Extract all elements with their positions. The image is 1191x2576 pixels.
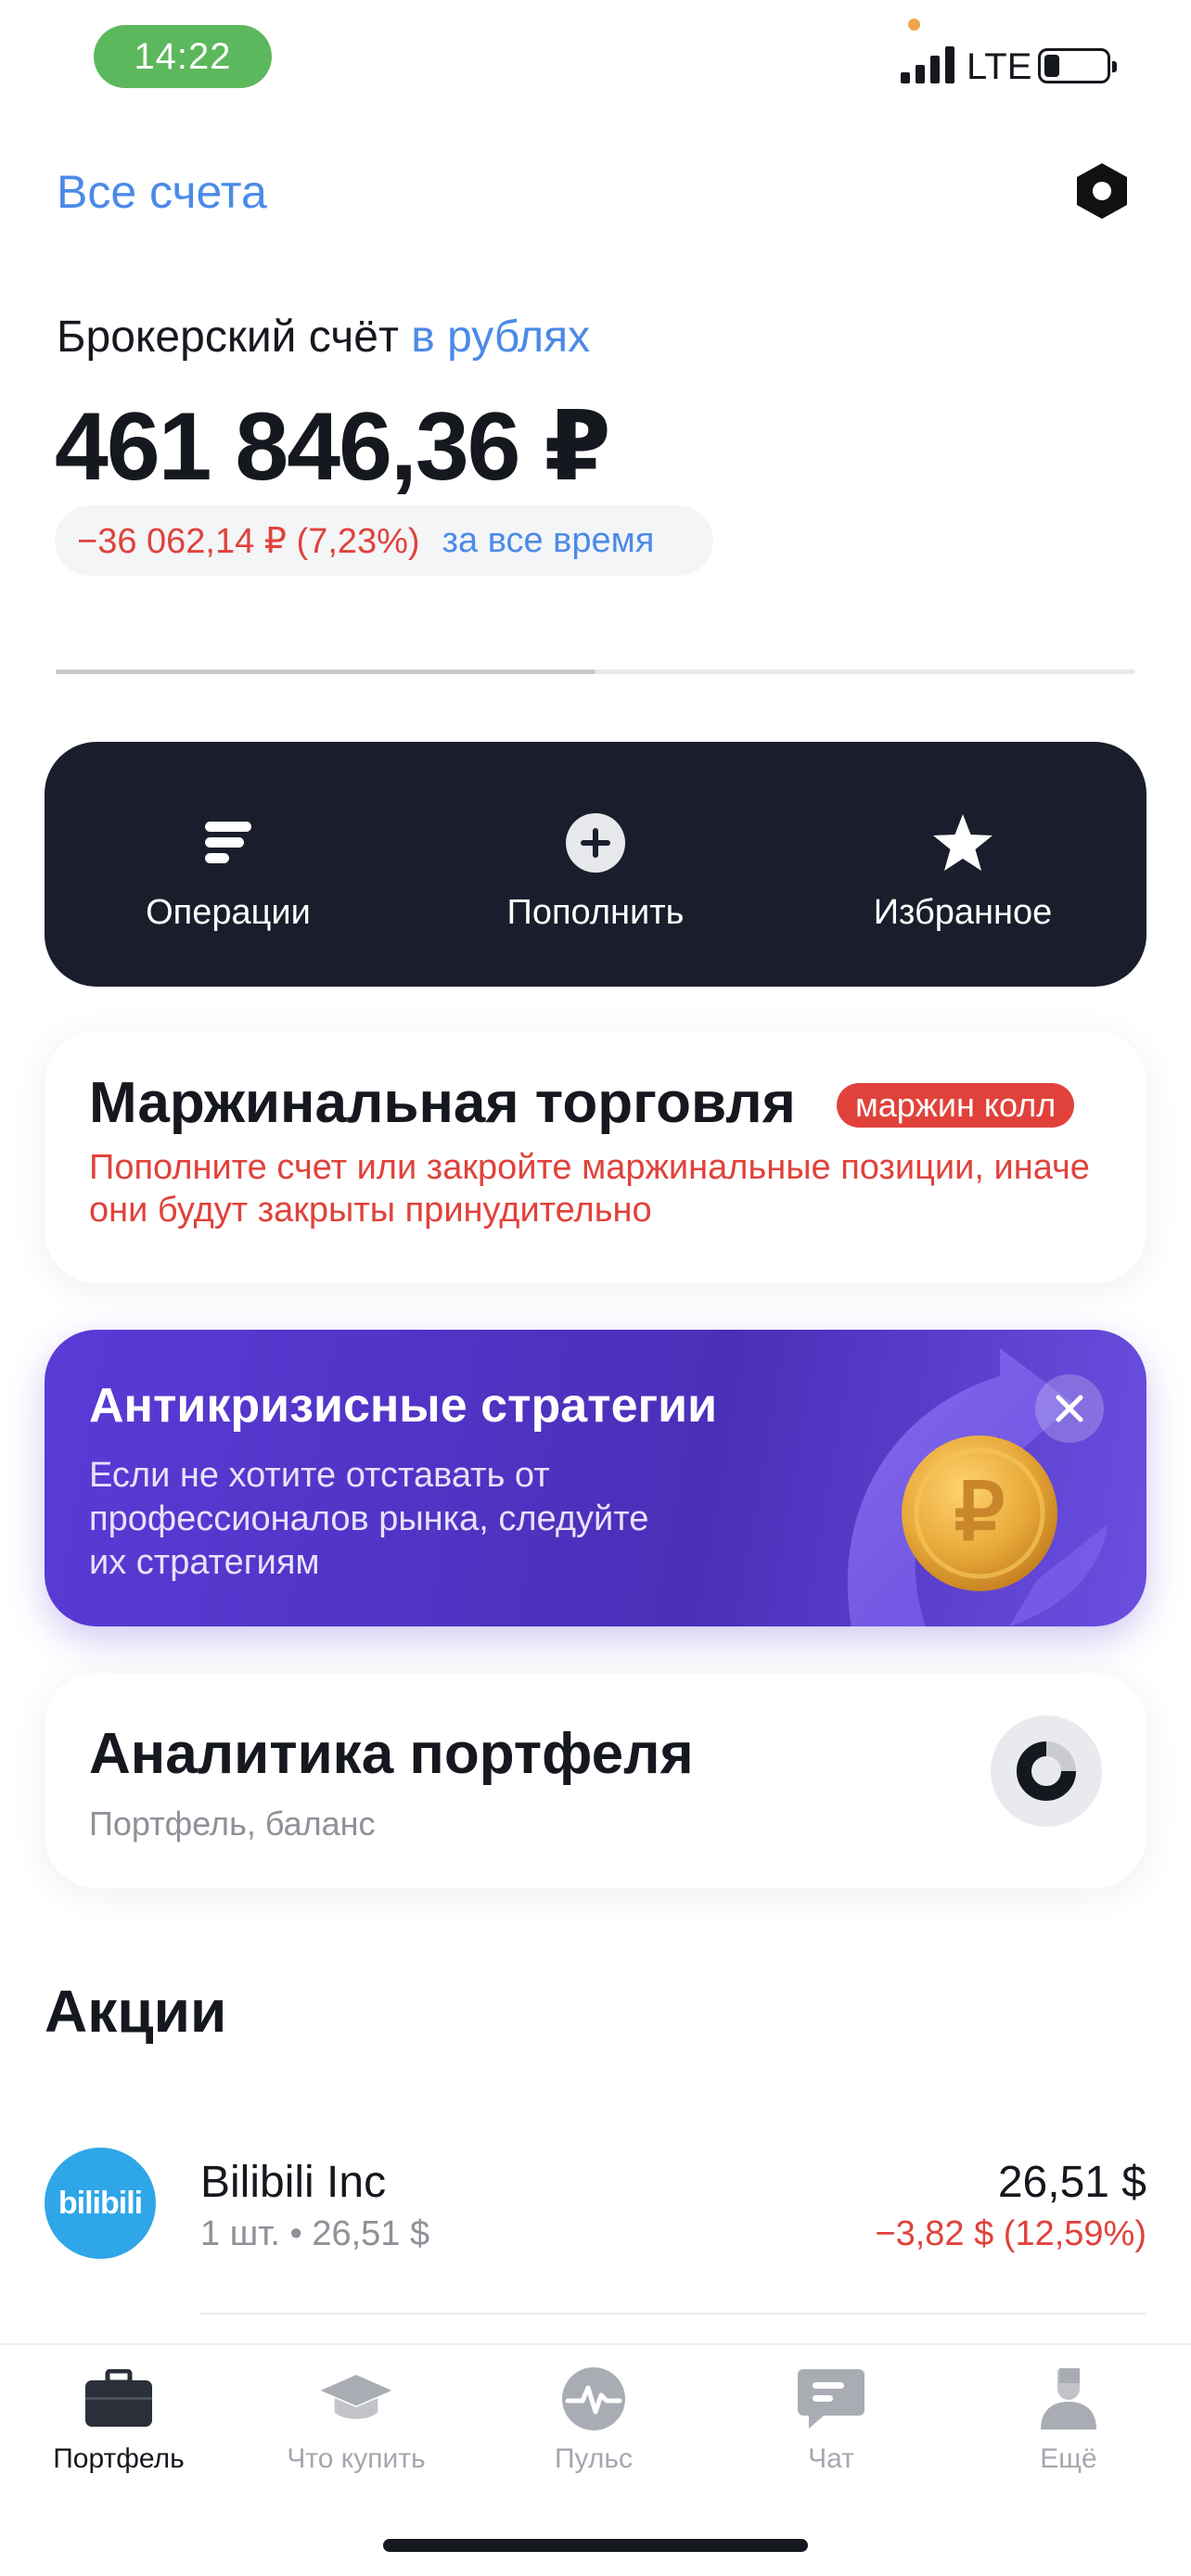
operations-button[interactable]: Операции — [45, 742, 412, 987]
account-balance: 461 846,36 ₽ — [55, 393, 611, 501]
operations-label: Операции — [146, 892, 311, 932]
account-actions-panel: Операции Пополнить Избранное — [45, 742, 1146, 987]
margin-trading-title: Маржинальная торговля — [89, 1071, 796, 1135]
stock-price: 26,51 $ — [997, 2158, 1146, 2207]
recording-indicator-dot — [908, 19, 920, 31]
stock-quantity: 1 шт. • 26,51 $ — [200, 2214, 430, 2253]
stock-name: Bilibili Inc — [200, 2158, 387, 2207]
network-type: LTE — [967, 46, 1032, 87]
stocks-section-title: Акции — [45, 1978, 227, 2045]
account-currency-link[interactable]: в рублях — [411, 312, 590, 362]
favorites-label: Избранное — [873, 892, 1053, 932]
hexagon-settings-icon[interactable] — [1073, 161, 1131, 221]
tab-more[interactable]: Ещё — [950, 2366, 1187, 2475]
svg-text:₽: ₽ — [954, 1468, 1005, 1557]
briefcase-icon — [82, 2366, 156, 2432]
chat-icon — [794, 2366, 868, 2432]
promo-text: Если не хотите отставать от профессионал… — [89, 1456, 649, 1582]
tab-chat[interactable]: Чат — [712, 2366, 950, 2475]
margin-warning-text: Пополните счет или закройте маржинальные… — [89, 1148, 1090, 1230]
account-title: Брокерский счёт в рублях — [57, 312, 590, 363]
star-icon — [929, 810, 996, 876]
pulse-icon — [557, 2366, 631, 2432]
tab-portfolio[interactable]: Портфель — [0, 2366, 237, 2475]
pnl-period-selector[interactable]: за все время — [442, 521, 655, 561]
analytics-subtitle: Портфель, баланс — [89, 1804, 376, 1843]
ruble-coin-illustration: ₽ — [847, 1348, 1108, 1626]
graduation-cap-icon — [319, 2366, 393, 2432]
more-user-icon — [1031, 2366, 1106, 2432]
divider — [200, 2313, 1146, 2315]
signal-strength-icon — [901, 46, 954, 83]
tab-portfolio-label: Портфель — [53, 2443, 185, 2474]
tab-chat-label: Чат — [808, 2443, 854, 2474]
donut-chart-icon — [991, 1715, 1102, 1827]
home-indicator — [383, 2539, 808, 2552]
bilibili-logo: bilibili — [45, 2148, 156, 2259]
pnl-value: −36 062,14 ₽ (7,23%) — [77, 521, 420, 561]
favorites-button[interactable]: Избранное — [779, 742, 1146, 987]
promo-banner[interactable]: ₽ Антикризисные стратегии Если не хотите… — [45, 1330, 1146, 1626]
promo-title: Антикризисные стратегии — [89, 1379, 718, 1433]
tab-what-to-buy[interactable]: Что купить — [237, 2366, 475, 2475]
tab-more-label: Ещё — [1040, 2443, 1097, 2474]
accounts-page-indicator — [56, 670, 1135, 674]
operations-icon — [195, 810, 262, 876]
margin-trading-card[interactable]: Маржинальная торговля маржин колл Пополн… — [45, 1031, 1146, 1283]
portfolio-analytics-card[interactable]: Аналитика портфеля Портфель, баланс — [45, 1673, 1146, 1888]
top-up-label: Пополнить — [506, 892, 685, 932]
stock-row[interactable]: bilibili Bilibili Inc 1 шт. • 26,51 $ 26… — [45, 2148, 1146, 2315]
analytics-title: Аналитика портфеля — [89, 1722, 694, 1786]
pnl-chip[interactable]: −36 062,14 ₽ (7,23%) за все время — [55, 505, 713, 576]
tab-pulse[interactable]: Пульс — [475, 2366, 712, 2475]
all-accounts-link[interactable]: Все счета — [57, 165, 267, 219]
margin-call-badge: маржин колл — [837, 1083, 1075, 1128]
tab-pulse-label: Пульс — [554, 2443, 634, 2474]
account-type-label: Брокерский счёт — [57, 312, 399, 362]
battery-icon — [1038, 48, 1117, 83]
tab-what-to-buy-label: Что купить — [287, 2443, 426, 2474]
top-up-button[interactable]: Пополнить — [412, 742, 779, 987]
plus-circle-icon — [562, 810, 629, 876]
close-icon[interactable] — [1035, 1374, 1104, 1443]
bilibili-logo-text: bilibili — [58, 2185, 143, 2221]
stock-change: −3,82 $ (12,59%) — [875, 2214, 1146, 2253]
accounts-page-indicator-fill — [56, 670, 596, 674]
status-time: 14:22 — [94, 25, 272, 88]
